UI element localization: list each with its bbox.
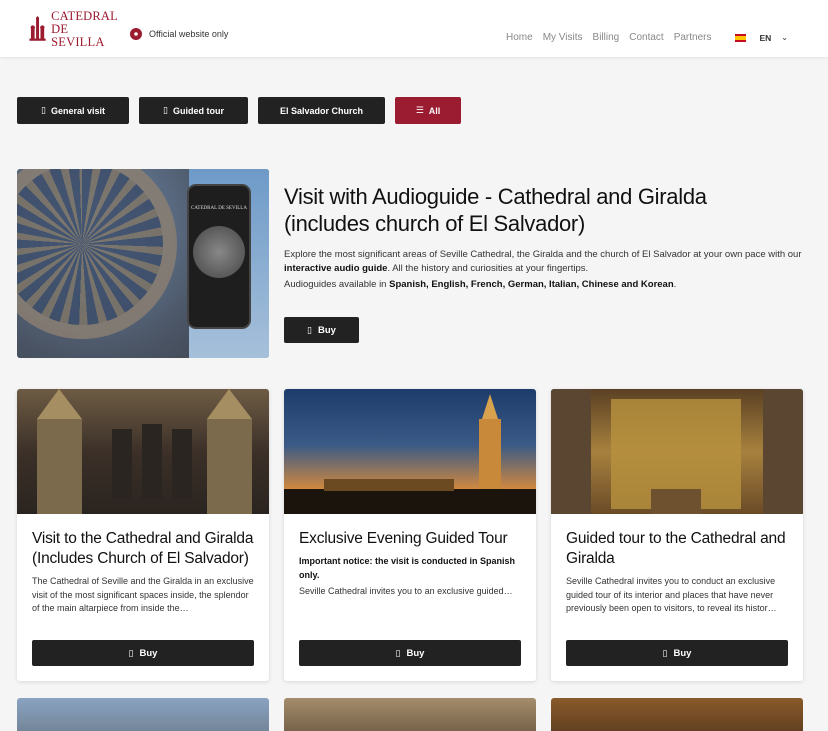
card-notice: Important notice: the visit is conducted… xyxy=(299,556,516,580)
product-card: Visit to the Cathedral and Giralda (Incl… xyxy=(17,389,269,681)
chevron-down-icon: ⌄ xyxy=(781,33,788,42)
filter-label: All xyxy=(428,105,441,116)
ticket-icon: ▯ xyxy=(41,105,46,115)
filter-label: El Salvador Church xyxy=(279,105,364,116)
card-buy-button[interactable]: ▯ Buy xyxy=(566,640,788,666)
ticket-icon: ▯ xyxy=(128,647,134,658)
card-buy-button[interactable]: ▯ Buy xyxy=(32,640,254,666)
logo-line-1: CATEDRAL xyxy=(51,8,118,23)
filter-bar: ▯ General visit ▯ Guided tour El Salvado… xyxy=(17,97,471,124)
featured-highlight: interactive audio guide xyxy=(284,263,388,274)
cathedral-logo[interactable]: CATEDRAL DE SEVILLA xyxy=(28,8,118,49)
card-title: Exclusive Evening Guided Tour xyxy=(299,530,508,547)
buy-label: Buy xyxy=(139,647,158,659)
phone-mockup: CATEDRAL DE SEVILLA xyxy=(187,184,251,329)
ticket-icon: ▯ xyxy=(662,647,668,658)
list-icon: ☰ xyxy=(415,105,424,115)
card-description: The Cathedral of Seville and the Giralda… xyxy=(32,576,254,613)
cathedral-logo-icon xyxy=(29,15,46,41)
card-description: Seville Cathedral invites you to conduct… xyxy=(566,576,777,613)
nav-home[interactable]: Home xyxy=(506,32,533,43)
filter-label: Guided tour xyxy=(172,105,224,116)
audioguide-image: CATEDRAL DE SEVILLA xyxy=(17,169,269,358)
buy-label: Buy xyxy=(406,647,425,659)
buy-label: Buy xyxy=(673,647,692,659)
next-card-image xyxy=(551,698,803,731)
product-card: Guided tour to the Cathedral and Giralda… xyxy=(551,389,803,681)
filter-all-button[interactable]: ☰ All xyxy=(395,97,461,124)
filter-guided-tour-button[interactable]: ▯ Guided tour xyxy=(139,97,248,124)
card-title: Guided tour to the Cathedral and Giralda xyxy=(566,530,786,567)
ticket-icon: ▯ xyxy=(307,324,312,335)
language-label: EN xyxy=(759,32,772,43)
filter-el-salvador-button[interactable]: El Salvador Church xyxy=(258,97,385,124)
filter-general-visit-button[interactable]: ▯ General visit xyxy=(17,97,129,124)
featured-description: Explore the most significant areas of Se… xyxy=(284,249,802,290)
next-card-image xyxy=(284,698,536,731)
rose-window-image xyxy=(17,169,177,339)
next-card-image xyxy=(17,698,269,731)
filter-label: General visit xyxy=(50,105,105,116)
ticket-icon: ▯ xyxy=(395,647,401,658)
buy-label: Buy xyxy=(318,324,336,336)
site-header: CATEDRAL DE SEVILLA Official website onl… xyxy=(0,0,828,57)
uk-flag-icon xyxy=(735,33,747,42)
featured-languages: Spanish, English, French, German, Italia… xyxy=(389,279,674,290)
nav-billing[interactable]: Billing xyxy=(593,32,620,43)
product-card: Exclusive Evening Guided Tour Important … xyxy=(284,389,536,681)
logo-line-2: DE SEVILLA xyxy=(51,21,105,49)
card-title: Visit to the Cathedral and Giralda (Incl… xyxy=(32,530,254,567)
official-site-text: Official website only xyxy=(149,29,229,39)
ticket-icon: ▯ xyxy=(163,105,168,115)
official-site-badge: Official website only xyxy=(130,28,228,40)
nav-contact[interactable]: Contact xyxy=(629,32,663,43)
card-image xyxy=(284,389,536,514)
card-buy-button[interactable]: ▯ Buy xyxy=(299,640,521,666)
featured-title: Visit with Audioguide - Cathedral and Gi… xyxy=(284,184,707,236)
nav-partners[interactable]: Partners xyxy=(674,32,712,43)
featured-buy-button[interactable]: ▯ Buy xyxy=(284,317,359,343)
language-selector[interactable]: EN ⌄ xyxy=(725,32,788,43)
card-image xyxy=(551,389,803,514)
phone-logo-text: CATEDRAL DE SEVILLA xyxy=(191,206,247,211)
card-image xyxy=(17,389,269,514)
nav-my-visits[interactable]: My Visits xyxy=(543,32,583,43)
card-description: Seville Cathedral invites you to an excl… xyxy=(299,586,513,596)
official-seal-icon xyxy=(130,28,142,40)
main-nav: Home My Visits Billing Contact Partners … xyxy=(496,32,788,43)
